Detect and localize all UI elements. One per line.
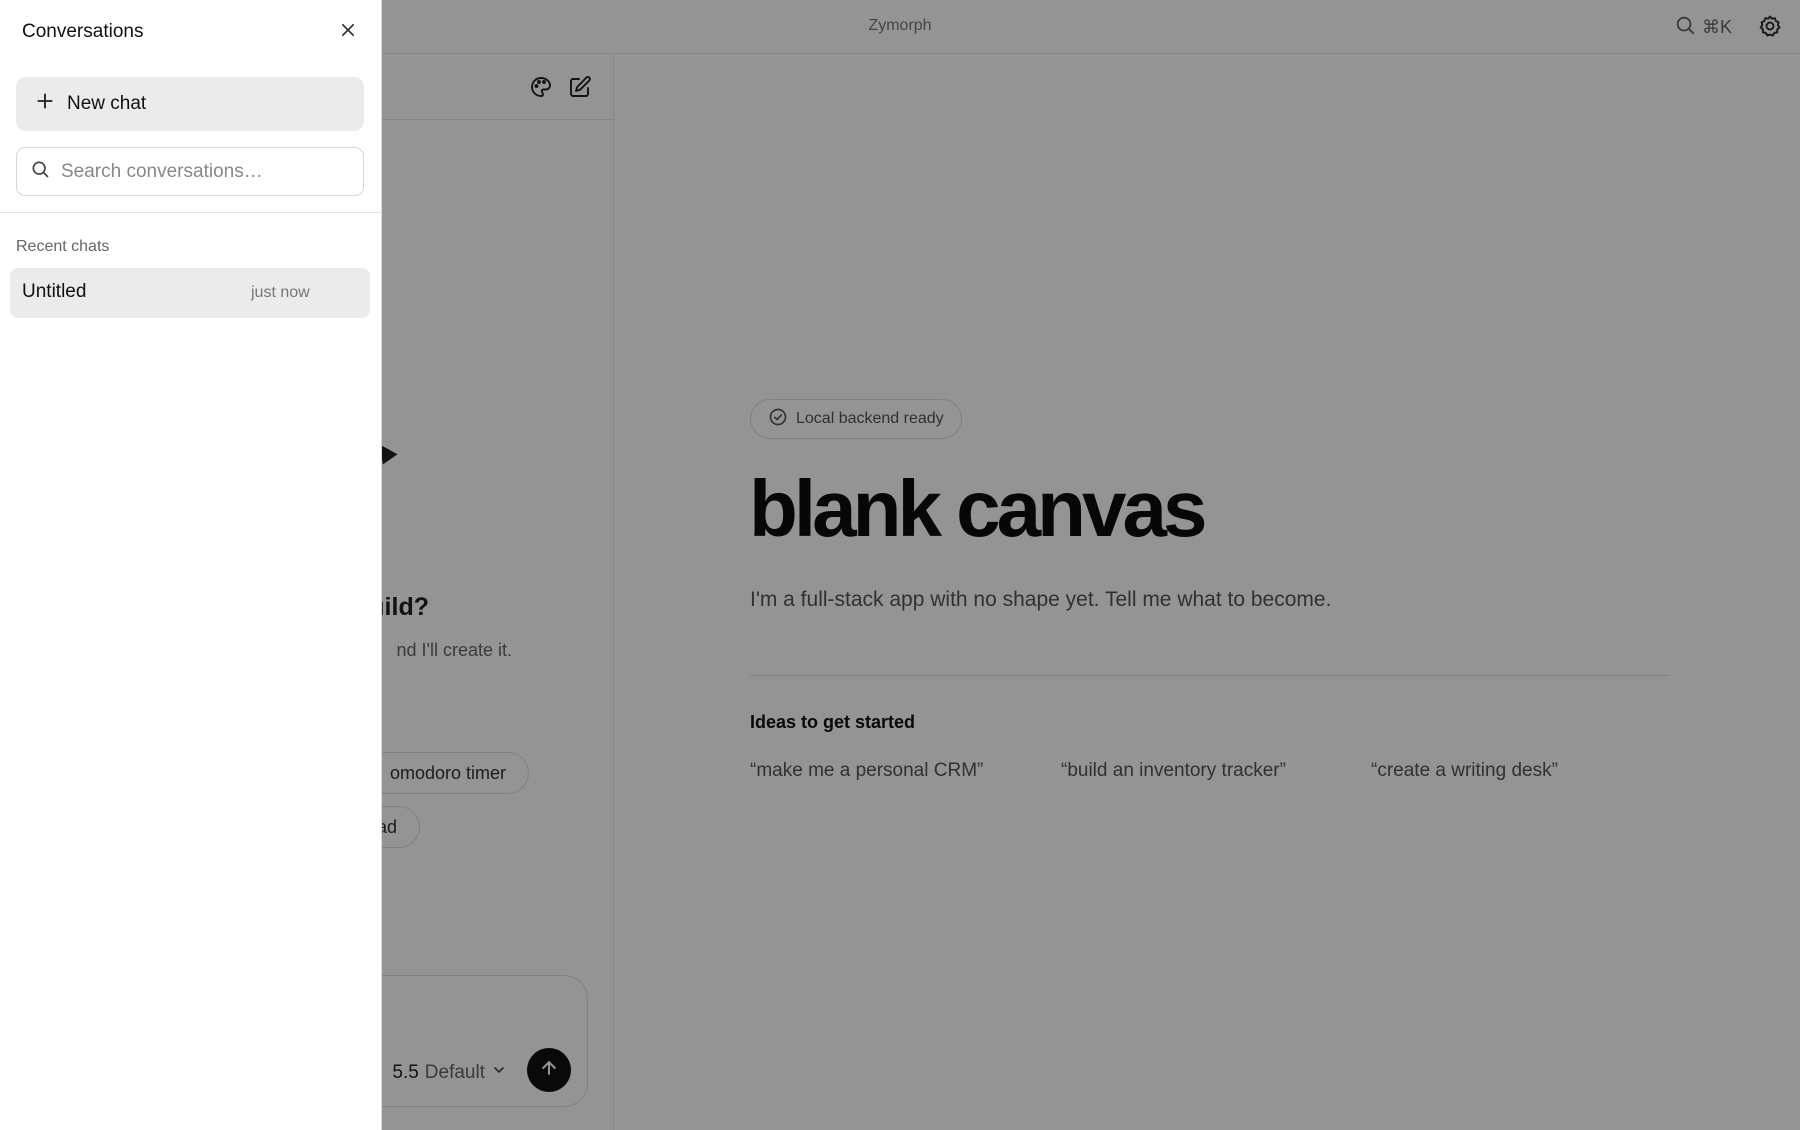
conversations-drawer: Conversations New chat Recent chats Unti… <box>0 0 382 1130</box>
conversation-item[interactable]: Untitled just now <box>10 268 370 318</box>
new-chat-label: New chat <box>67 93 147 114</box>
close-drawer-button[interactable] <box>336 20 360 44</box>
recent-chats-label: Recent chats <box>16 238 110 255</box>
conversation-search[interactable] <box>16 147 364 196</box>
search-input[interactable] <box>61 160 351 183</box>
conversation-time: just now <box>251 284 310 301</box>
plus-icon <box>35 91 55 117</box>
search-icon <box>30 159 50 184</box>
drawer-title: Conversations <box>22 21 144 42</box>
new-chat-button[interactable]: New chat <box>16 77 364 131</box>
conversation-title: Untitled <box>22 281 87 302</box>
drawer-divider <box>0 212 382 213</box>
close-icon <box>339 21 357 44</box>
